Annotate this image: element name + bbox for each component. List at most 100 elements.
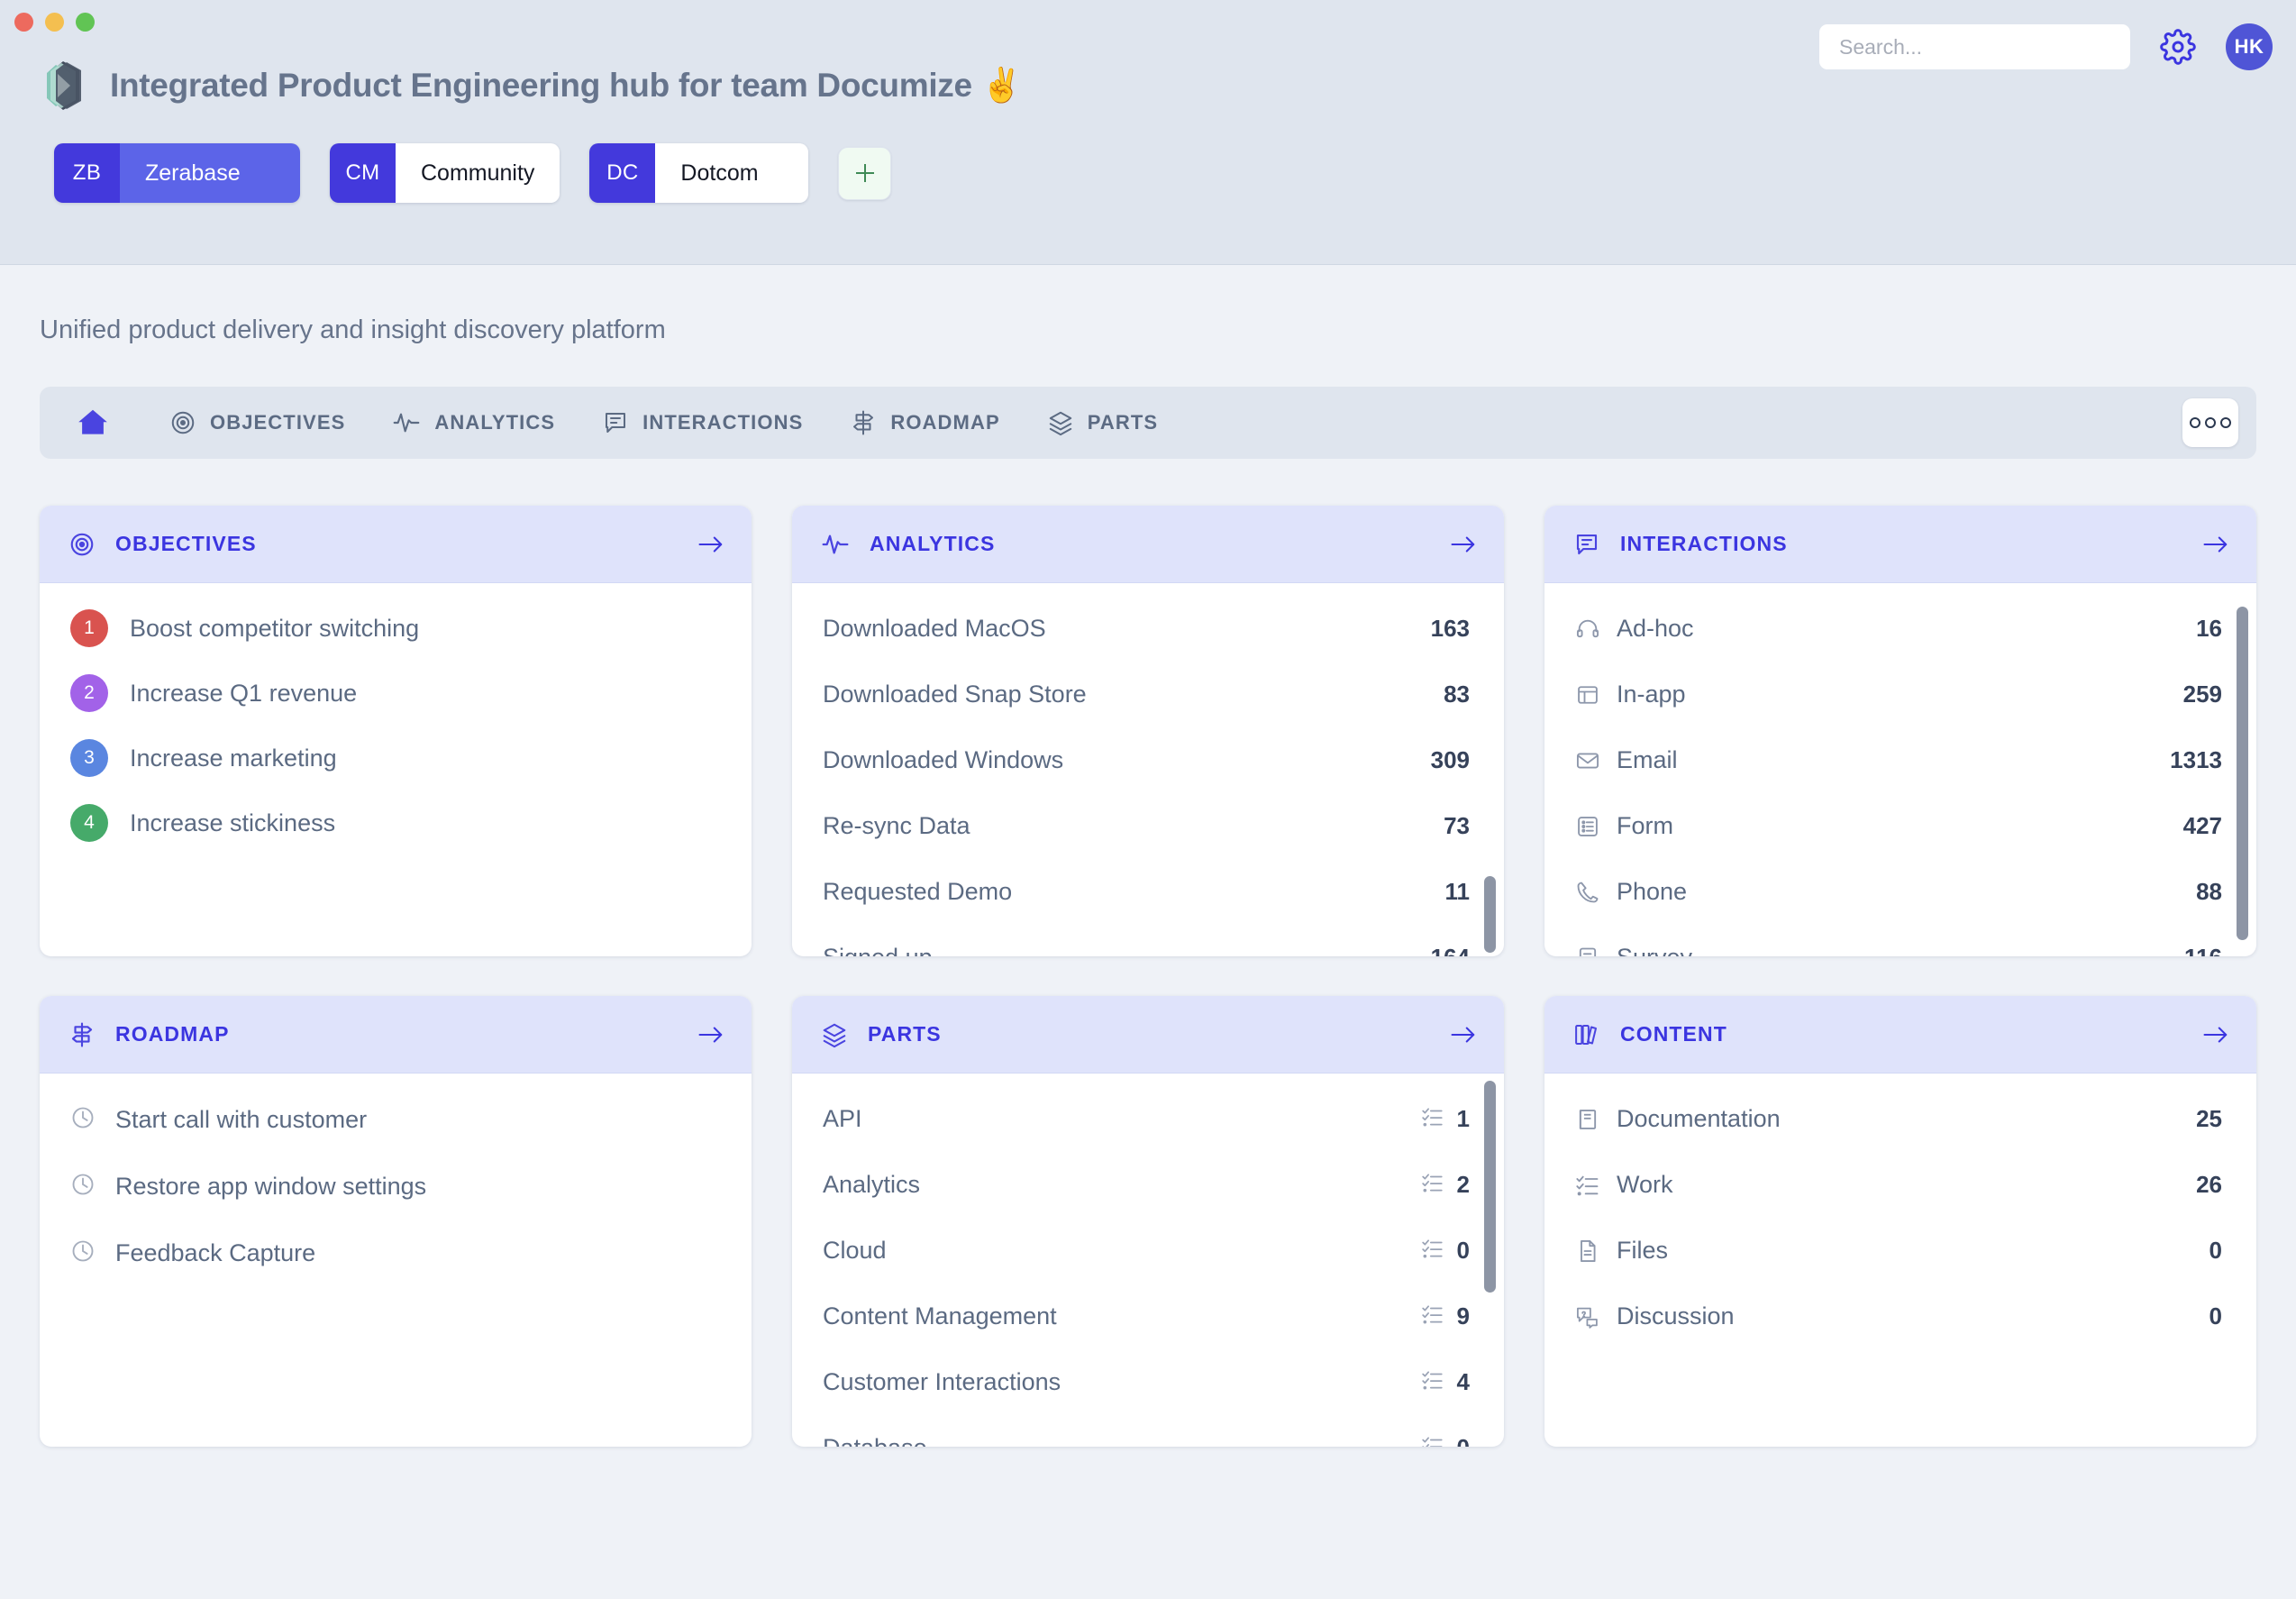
clock-icon: [70, 1238, 96, 1268]
list-item[interactable]: API 1: [792, 1086, 1504, 1152]
list-item[interactable]: Work 26: [1544, 1152, 2256, 1218]
list-item[interactable]: 2 Increase Q1 revenue: [40, 661, 752, 726]
scrollbar-thumb[interactable]: [2237, 607, 2248, 940]
nav-item-interactions[interactable]: INTERACTIONS: [579, 387, 826, 459]
list-item[interactable]: Email 1313: [1544, 727, 2256, 793]
part-label: Database: [823, 1434, 1421, 1447]
list-item[interactable]: Restore app window settings: [40, 1153, 752, 1220]
add-space-button[interactable]: [838, 147, 891, 200]
list-item[interactable]: Downloaded MacOS 163: [792, 596, 1504, 662]
dot-icon: [2220, 417, 2231, 428]
card-body-content: Documentation 25 Work 26: [1544, 1074, 2256, 1447]
list-item[interactable]: Content Management 9: [792, 1284, 1504, 1349]
list-item[interactable]: Downloaded Windows 309: [792, 727, 1504, 793]
space-badge: ZB: [54, 143, 120, 203]
nav-item-roadmap[interactable]: ROADMAP: [826, 387, 1023, 459]
books-icon: [1573, 1021, 1600, 1048]
clock-icon: [70, 1105, 96, 1135]
list-item[interactable]: Analytics 2: [792, 1152, 1504, 1218]
layers-icon: [1047, 409, 1074, 436]
nav-item-home[interactable]: [61, 387, 146, 459]
objective-rank: 2: [70, 674, 108, 712]
nav-item-parts[interactable]: PARTS: [1024, 387, 1181, 459]
target-icon: [169, 409, 196, 436]
signpost-icon: [850, 409, 877, 436]
part-label: Content Management: [823, 1302, 1421, 1330]
nav-item-analytics[interactable]: ANALYTICS: [369, 387, 579, 459]
dashboard-grid: OBJECTIVES 1 Boost competitor switching …: [40, 506, 2256, 1447]
card-open-button[interactable]: [1450, 534, 1477, 555]
checklist-icon: [1421, 1434, 1444, 1447]
search-input[interactable]: [1819, 24, 2130, 69]
settings-button[interactable]: [2157, 26, 2199, 68]
list-item[interactable]: Documentation 25: [1544, 1086, 2256, 1152]
card-header-objectives[interactable]: OBJECTIVES: [40, 506, 752, 583]
card-title: OBJECTIVES: [115, 532, 697, 556]
list-item[interactable]: Discussion 0: [1544, 1284, 2256, 1349]
card-open-button[interactable]: [697, 1024, 724, 1046]
part-label: API: [823, 1105, 1421, 1133]
user-avatar[interactable]: HK: [2226, 23, 2273, 70]
card-open-button[interactable]: [1450, 1024, 1477, 1046]
stat-value: 73: [1444, 812, 1470, 840]
nav-item-label: ROADMAP: [890, 411, 999, 434]
content-count: 0: [2209, 1302, 2222, 1330]
list-item[interactable]: Signed up 164: [792, 925, 1504, 956]
more-options-button[interactable]: [2182, 398, 2238, 447]
list-item[interactable]: Form 427: [1544, 793, 2256, 859]
card-header-roadmap[interactable]: ROADMAP: [40, 996, 752, 1074]
part-count: 2: [1457, 1171, 1470, 1199]
stat-label: Re-sync Data: [823, 812, 1444, 840]
nav-item-objectives[interactable]: OBJECTIVES: [146, 387, 369, 459]
space-badge: CM: [330, 143, 396, 203]
list-item[interactable]: In-app 259: [1544, 662, 2256, 727]
list-item[interactable]: Customer Interactions 4: [792, 1349, 1504, 1415]
checklist-icon: [1421, 1302, 1444, 1330]
card-objectives: OBJECTIVES 1 Boost competitor switching …: [40, 506, 752, 956]
stat-label: Phone: [1617, 878, 2196, 906]
list-item[interactable]: Database 0: [792, 1415, 1504, 1447]
card-open-button[interactable]: [697, 534, 724, 555]
card-open-button[interactable]: [2202, 1024, 2229, 1046]
scrollbar-thumb[interactable]: [1484, 876, 1496, 953]
list-item[interactable]: Downloaded Snap Store 83: [792, 662, 1504, 727]
list-item[interactable]: Files 0: [1544, 1218, 2256, 1284]
list-item[interactable]: Ad-hoc 16: [1544, 596, 2256, 662]
space-tab-dotcom[interactable]: DC Dotcom: [589, 143, 808, 203]
card-header-interactions[interactable]: INTERACTIONS: [1544, 506, 2256, 583]
card-header-parts[interactable]: PARTS: [792, 996, 1504, 1074]
part-label: Analytics: [823, 1171, 1421, 1199]
list-item[interactable]: Cloud 0: [792, 1218, 1504, 1284]
space-tab-zerabase[interactable]: ZB Zerabase: [54, 143, 300, 203]
list-item[interactable]: 4 Increase stickiness: [40, 790, 752, 855]
part-count: 4: [1457, 1368, 1470, 1396]
stat-value: 11: [1445, 878, 1471, 906]
main-content: Unified product delivery and insight dis…: [0, 265, 2296, 1599]
comment-icon: [602, 409, 629, 436]
stat-label: Requested Demo: [823, 878, 1445, 906]
roadmap-label: Start call with customer: [115, 1106, 367, 1134]
zoom-window-button[interactable]: [76, 13, 95, 32]
nav-item-label: OBJECTIVES: [210, 411, 345, 434]
scrollbar-thumb[interactable]: [1484, 1081, 1496, 1293]
card-header-analytics[interactable]: ANALYTICS: [792, 506, 1504, 583]
plus-icon: [852, 160, 879, 187]
space-tab-label: Zerabase: [120, 143, 300, 203]
content-label: Documentation: [1617, 1105, 2196, 1133]
stat-value: 309: [1431, 746, 1470, 774]
list-item[interactable]: Re-sync Data 73: [792, 793, 1504, 859]
list-item[interactable]: Start call with customer: [40, 1086, 752, 1153]
documize-logo-icon: [36, 59, 87, 112]
stat-value: 83: [1444, 681, 1470, 708]
minimize-window-button[interactable]: [45, 13, 64, 32]
space-tab-community[interactable]: CM Community: [330, 143, 560, 203]
list-item[interactable]: Requested Demo 11: [792, 859, 1504, 925]
list-item[interactable]: Feedback Capture: [40, 1220, 752, 1286]
card-open-button[interactable]: [2202, 534, 2229, 555]
list-item[interactable]: 3 Increase marketing: [40, 726, 752, 790]
list-item[interactable]: Phone 88: [1544, 859, 2256, 925]
card-header-content[interactable]: CONTENT: [1544, 996, 2256, 1074]
list-item[interactable]: Survey 116: [1544, 925, 2256, 956]
close-window-button[interactable]: [14, 13, 33, 32]
list-item[interactable]: 1 Boost competitor switching: [40, 596, 752, 661]
